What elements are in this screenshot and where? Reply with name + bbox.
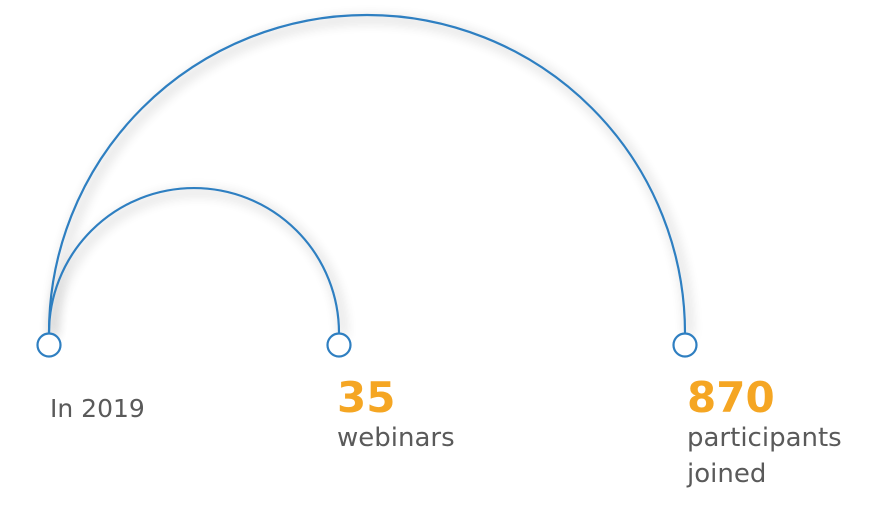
webinars-node [326, 332, 352, 358]
participants-caption: participants joined [687, 423, 842, 489]
start-node [36, 332, 62, 358]
webinars-stat: 35 webinars [337, 376, 455, 456]
participants-node [672, 332, 698, 358]
large-arc [47, 13, 687, 334]
small-arc [47, 186, 341, 334]
participants-count: 870 [687, 373, 775, 422]
webinars-caption: webinars [337, 423, 455, 453]
start-label: In 2019 [50, 394, 145, 423]
participants-stat: 870 participants joined [687, 376, 877, 492]
webinars-count: 35 [337, 373, 396, 422]
